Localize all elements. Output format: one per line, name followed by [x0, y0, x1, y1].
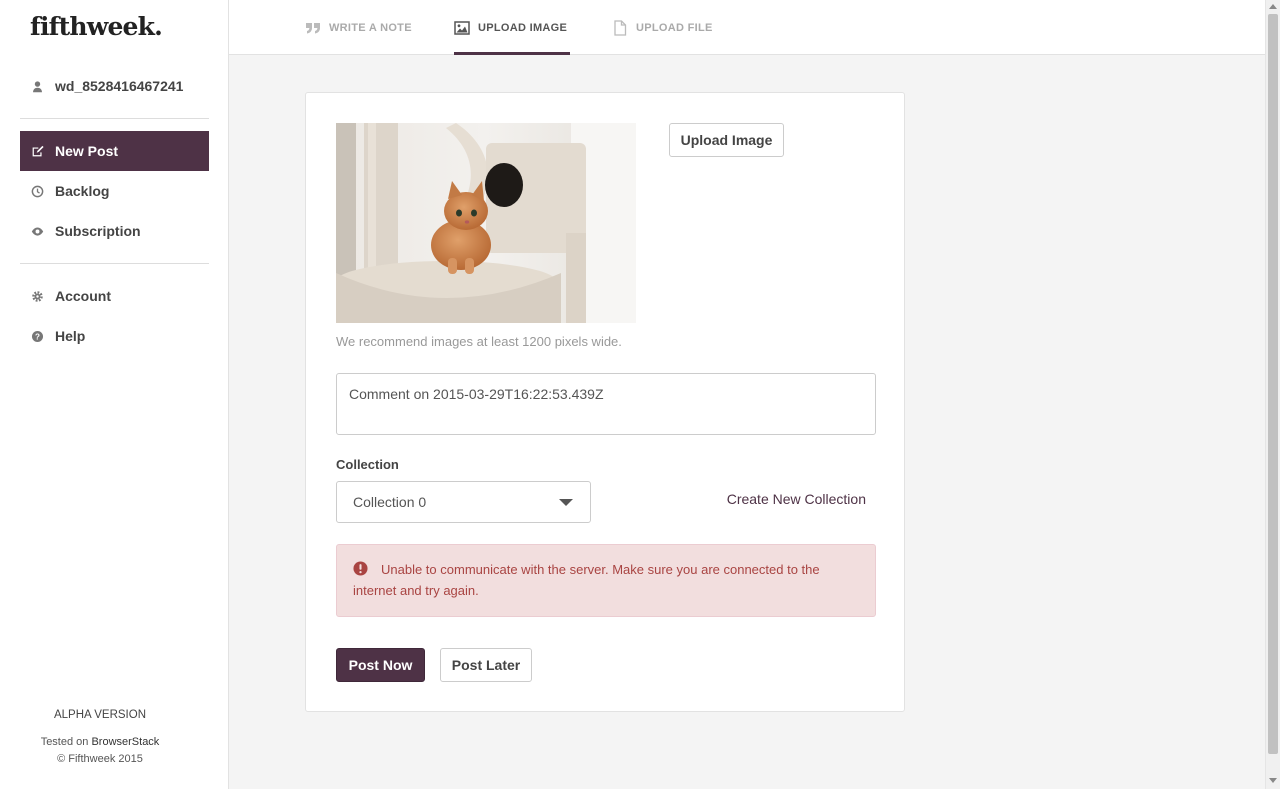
- image-icon: [454, 20, 470, 36]
- post-type-tabs: WRITE A NOTE UPLOAD IMAGE UPLOAD FILE: [229, 0, 1265, 55]
- edit-icon: [30, 144, 44, 158]
- post-later-button[interactable]: Post Later: [440, 648, 532, 682]
- tab-write-a-note[interactable]: WRITE A NOTE: [305, 0, 412, 55]
- user-profile[interactable]: wd_8528416467241: [30, 76, 183, 96]
- copyright: © Fifthweek 2015: [57, 753, 143, 765]
- image-size-hint: We recommend images at least 1200 pixels…: [336, 334, 622, 349]
- quote-icon: [305, 20, 321, 36]
- eye-icon: [30, 224, 44, 238]
- sidebar-item-label: New Post: [55, 143, 119, 159]
- scroll-thumb[interactable]: [1268, 14, 1278, 754]
- image-preview: [336, 123, 636, 323]
- sidebar-item-backlog[interactable]: Backlog: [20, 171, 209, 211]
- collection-selected-value: Collection 0: [353, 494, 427, 510]
- page-scrollbar[interactable]: [1265, 0, 1280, 789]
- svg-text:?: ?: [35, 332, 40, 341]
- clock-icon: [30, 184, 44, 198]
- sidebar-item-new-post[interactable]: New Post: [20, 131, 209, 171]
- question-icon: ?: [30, 329, 44, 343]
- tab-upload-file[interactable]: UPLOAD FILE: [612, 0, 713, 55]
- error-alert: Unable to communicate with the server. M…: [336, 544, 876, 617]
- sidebar-item-help[interactable]: ? Help: [20, 316, 209, 356]
- divider: [20, 263, 209, 264]
- sidebar-item-label: Help: [55, 328, 86, 344]
- browserstack-link[interactable]: BrowserStack: [91, 736, 159, 748]
- logo[interactable]: fifthweek.: [30, 12, 163, 41]
- user-name: wd_8528416467241: [55, 78, 184, 94]
- sidebar-item-account[interactable]: Account: [20, 276, 209, 316]
- exclamation-circle-icon: [353, 561, 368, 576]
- scroll-up-arrow[interactable]: [1269, 4, 1277, 9]
- user-icon: [30, 79, 44, 93]
- alpha-version: ALPHA VERSION: [53, 709, 147, 721]
- collection-select[interactable]: Collection 0: [336, 481, 591, 523]
- sidebar-item-label: Backlog: [55, 183, 110, 199]
- file-icon: [612, 19, 628, 36]
- sidebar-item-subscription[interactable]: Subscription: [20, 211, 209, 251]
- comment-input[interactable]: Comment on 2015-03-29T16:22:53.439Z: [336, 373, 876, 435]
- divider: [20, 118, 209, 119]
- upload-image-form: Upload Image We recommend images at leas…: [305, 92, 905, 712]
- caret-down-icon: [559, 499, 573, 506]
- tab-label: WRITE A NOTE: [329, 21, 412, 34]
- post-now-button[interactable]: Post Now: [336, 648, 425, 682]
- upload-image-button[interactable]: Upload Image: [669, 123, 784, 157]
- create-new-collection-link[interactable]: Create New Collection: [721, 491, 866, 507]
- sidebar-item-label: Subscription: [55, 223, 141, 239]
- tested-on-prefix: Tested on: [40, 736, 89, 748]
- gear-icon: [30, 289, 44, 303]
- tested-on: Tested on BrowserStack: [0, 736, 200, 748]
- sidebar-item-label: Account: [55, 288, 111, 304]
- scroll-down-arrow[interactable]: [1269, 778, 1277, 783]
- sidebar: fifthweek. wd_8528416467241 New Post Bac…: [0, 0, 229, 789]
- collection-label: Collection: [336, 457, 399, 472]
- tab-label: UPLOAD IMAGE: [478, 21, 568, 34]
- error-message: Unable to communicate with the server. M…: [353, 562, 820, 598]
- tab-label: UPLOAD FILE: [636, 21, 713, 34]
- tab-upload-image[interactable]: UPLOAD IMAGE: [454, 0, 571, 55]
